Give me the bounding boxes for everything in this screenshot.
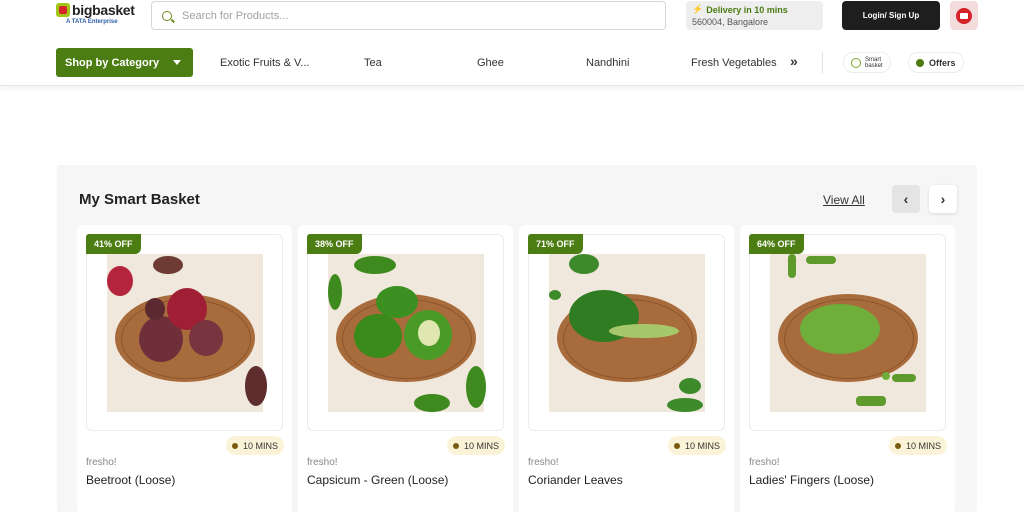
offers-icon xyxy=(916,58,924,67)
offers-label: Offers xyxy=(929,57,956,68)
okra-piece xyxy=(788,254,796,278)
product-name[interactable]: Capsicum - Green (Loose) xyxy=(307,473,448,487)
section-title: My Smart Basket xyxy=(79,191,200,208)
okra-piece xyxy=(806,256,836,264)
nav-link-exotic-fruits[interactable]: Exotic Fruits & V... xyxy=(220,57,309,69)
discount-badge: 71% OFF xyxy=(528,234,583,254)
nav-link-nandhini[interactable]: Nandhini xyxy=(586,57,629,69)
product-card[interactable]: 41% OFF 10 MINS fresho! Beetroot (Loose) xyxy=(77,225,292,515)
capsicum-piece xyxy=(466,366,486,408)
nav-link-fresh-vegetables[interactable]: Fresh Vegetables xyxy=(691,57,777,69)
product-image-coriander xyxy=(549,254,705,412)
beetroot-piece xyxy=(107,266,133,296)
smart-basket-button[interactable]: Smart basket xyxy=(843,52,891,73)
delivery-eta-badge: 10 MINS xyxy=(888,436,947,455)
okra-piece xyxy=(856,396,886,406)
discount-badge: 64% OFF xyxy=(749,234,804,254)
beetroot-piece xyxy=(189,320,223,356)
logo-subtitle: A TATA Enterprise xyxy=(66,19,118,25)
product-name[interactable]: Coriander Leaves xyxy=(528,473,623,487)
delivery-eta-badge: 10 MINS xyxy=(225,436,284,455)
logo-text: bigbasket xyxy=(72,2,135,18)
shop-by-category-label: Shop by Category xyxy=(65,56,160,69)
product-name[interactable]: Beetroot (Loose) xyxy=(86,473,175,487)
logo-row: bigbasket xyxy=(56,2,136,18)
product-card[interactable]: 71% OFF 10 MINS fresho! Coriander Leaves xyxy=(519,225,734,515)
basket-icon xyxy=(956,7,972,24)
eta-label: 10 MINS xyxy=(242,440,278,451)
search-input[interactable] xyxy=(182,9,652,22)
delivery-eta-badge: 10 MINS xyxy=(446,436,505,455)
discount-badge: 38% OFF xyxy=(307,234,362,254)
clock-icon xyxy=(894,442,901,449)
product-image-frame[interactable] xyxy=(307,234,504,431)
okra-piece xyxy=(892,374,916,382)
clock-icon xyxy=(231,442,238,449)
clock-icon xyxy=(452,442,459,449)
product-image-frame[interactable] xyxy=(749,234,946,431)
search-icon xyxy=(162,10,172,21)
beetroot-piece xyxy=(245,366,267,406)
product-name[interactable]: Ladies' Fingers (Loose) xyxy=(749,473,874,487)
nav-link-ghee[interactable]: Ghee xyxy=(477,57,504,69)
capsicum-piece xyxy=(376,286,418,318)
cart-button[interactable] xyxy=(950,1,978,30)
product-card[interactable]: 38% OFF 10 MINS fresho! Capsicum - Green… xyxy=(298,225,513,515)
coriander-leaf xyxy=(667,398,703,412)
coriander-stems xyxy=(609,324,679,338)
caret-down-icon xyxy=(173,60,181,65)
product-image-frame[interactable] xyxy=(528,234,725,431)
delivery-title-row: ⚡ Delivery in 10 mins xyxy=(692,4,817,15)
okra-bunch xyxy=(800,304,880,354)
delivery-location: 560004, Bangalore xyxy=(692,17,769,27)
capsicum-seed-core xyxy=(418,320,440,346)
capsicum-piece xyxy=(354,256,396,274)
product-image-beetroot xyxy=(107,254,267,412)
product-brand: fresho! xyxy=(86,457,117,468)
category-navbar: Shop by Category Exotic Fruits & V... Te… xyxy=(0,36,1024,86)
shop-by-category-button[interactable]: Shop by Category xyxy=(56,48,193,77)
logo-mark-icon xyxy=(56,3,70,17)
delivery-location-selector[interactable]: ⚡ Delivery in 10 mins 560004, Bangalore xyxy=(686,1,823,30)
product-brand: fresho! xyxy=(307,457,338,468)
carousel-next-button[interactable]: › xyxy=(929,185,957,213)
eta-label: 10 MINS xyxy=(684,440,720,451)
product-brand: fresho! xyxy=(749,457,780,468)
delivery-title: Delivery in 10 mins xyxy=(706,4,788,15)
more-categories-icon[interactable]: » xyxy=(790,53,798,69)
view-all-link[interactable]: View All xyxy=(823,193,865,207)
discount-badge: 41% OFF xyxy=(86,234,141,254)
okra-slice xyxy=(882,372,890,380)
delivery-eta-badge: 10 MINS xyxy=(667,436,726,455)
product-brand: fresho! xyxy=(528,457,559,468)
capsicum-piece xyxy=(354,314,402,358)
offers-button[interactable]: Offers xyxy=(908,52,964,73)
beetroot-piece xyxy=(153,256,183,274)
eta-label: 10 MINS xyxy=(905,440,941,451)
carousel-prev-button[interactable]: ‹ xyxy=(892,185,920,213)
coriander-leaf xyxy=(549,290,561,300)
lightning-bolt-icon: ⚡ xyxy=(692,4,704,14)
product-image-frame[interactable] xyxy=(86,234,283,431)
login-signup-button[interactable]: Login/ Sign Up xyxy=(842,1,940,30)
product-image-capsicum xyxy=(328,254,486,412)
nav-link-tea[interactable]: Tea xyxy=(364,57,382,69)
smart-basket-label: Smart basket xyxy=(865,57,883,69)
coriander-leaf xyxy=(679,378,701,394)
coriander-leaf xyxy=(569,254,599,274)
eta-label: 10 MINS xyxy=(463,440,499,451)
capsicum-piece xyxy=(328,274,342,310)
clock-icon xyxy=(673,442,680,449)
product-image-ladies-fingers xyxy=(770,254,926,412)
beetroot-piece xyxy=(145,298,165,320)
top-header: bigbasket A TATA Enterprise ⚡ Delivery i… xyxy=(0,0,1024,36)
nav-divider xyxy=(822,52,823,74)
product-card[interactable]: 64% OFF 10 MINS fresho! Ladies' Fingers … xyxy=(740,225,955,515)
smart-basket-label-line2: basket xyxy=(865,62,883,69)
capsicum-piece xyxy=(414,394,450,412)
search-bar[interactable] xyxy=(151,1,666,30)
bigbasket-logo[interactable]: bigbasket A TATA Enterprise xyxy=(56,2,136,32)
smart-basket-icon xyxy=(851,57,861,68)
smart-basket-section: My Smart Basket View All ‹ › 41% OFF 10 … xyxy=(57,165,977,515)
